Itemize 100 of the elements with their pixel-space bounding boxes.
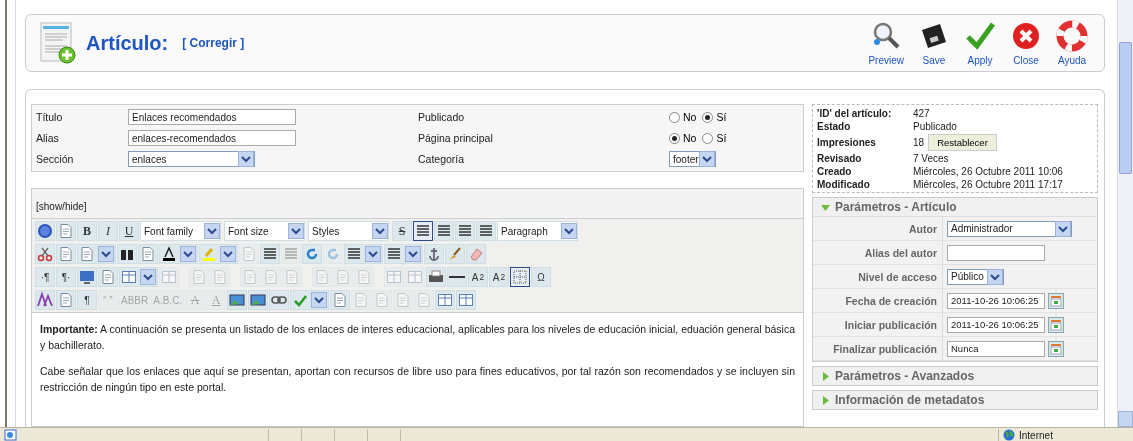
show-hide-link[interactable]: [show/hide] bbox=[36, 201, 87, 212]
checkmark-icon bbox=[964, 20, 996, 52]
field-label: Autor bbox=[813, 217, 943, 241]
toolbar-button[interactable]: U bbox=[119, 221, 139, 241]
caret-icon bbox=[238, 151, 254, 167]
close-icon bbox=[1010, 20, 1042, 52]
caret-icon bbox=[699, 151, 715, 167]
date-field[interactable]: 2011-10-26 10:06:25 bbox=[947, 316, 1045, 333]
triangle-right-icon bbox=[821, 395, 830, 405]
radio-button[interactable] bbox=[702, 132, 714, 144]
toolbar-split-button[interactable] bbox=[77, 244, 116, 264]
caret-icon bbox=[98, 246, 114, 262]
date-field[interactable]: Nunca bbox=[947, 340, 1045, 357]
field-label: Fecha de creación bbox=[813, 289, 943, 313]
toolbar-button[interactable]: Close bbox=[1008, 20, 1044, 66]
info-label: Creado bbox=[817, 166, 853, 177]
article-add-icon bbox=[40, 22, 76, 64]
caret-icon bbox=[561, 223, 577, 239]
info-value: Publicado bbox=[913, 121, 957, 132]
toolbar-dropdown[interactable]: Paragraph bbox=[497, 221, 578, 241]
triangle-right-icon bbox=[821, 371, 830, 381]
calendar-icon[interactable] bbox=[1048, 316, 1064, 333]
field-label: Nivel de acceso bbox=[813, 265, 943, 289]
horizontal-rule-icon bbox=[449, 276, 465, 278]
document-icon bbox=[374, 292, 391, 308]
field-label: Alias del autor bbox=[813, 241, 943, 265]
caret-icon bbox=[1055, 220, 1071, 237]
info-label: Estado bbox=[817, 121, 852, 132]
toolbar-dropdown[interactable]: Font size bbox=[224, 221, 305, 241]
caret-icon bbox=[204, 223, 220, 239]
toolbar-button[interactable]: I bbox=[98, 221, 118, 241]
scrollbar[interactable] bbox=[1117, 0, 1133, 427]
toolbar-split-button[interactable] bbox=[119, 267, 158, 287]
globe-icon bbox=[1003, 429, 1015, 441]
toolbar-button[interactable]: ¶· bbox=[56, 267, 76, 287]
toolbar-button[interactable]: Apply bbox=[962, 20, 998, 66]
toolbar-button[interactable]: Save bbox=[916, 20, 952, 66]
new-document-icon bbox=[58, 223, 74, 239]
field-label: Publicado bbox=[418, 111, 466, 123]
radio-button[interactable] bbox=[669, 132, 680, 144]
radio-option[interactable]: Sí bbox=[702, 132, 727, 144]
radio-option[interactable]: No bbox=[669, 132, 697, 144]
body-paragraph: Cabe señalar que los enlaces que aquí se presentan, aportan con recursos de libre uso para fines educativos, por tal razón son recomendados y se incluyen sin restricción de ningún tipo en este portal. bbox=[40, 364, 795, 395]
document-icon bbox=[416, 292, 433, 308]
caret-icon bbox=[372, 223, 388, 239]
info-value: 7 Veces bbox=[913, 153, 949, 164]
info-value: 18 bbox=[913, 137, 925, 148]
lifebuoy-icon bbox=[1056, 20, 1088, 52]
info-value: Miércoles, 26 Octubre 2011 17:17 bbox=[913, 179, 1063, 190]
grid-icon bbox=[512, 269, 528, 285]
radio-option[interactable]: Sí bbox=[702, 111, 727, 123]
toolbar-button[interactable]: ¶ bbox=[77, 290, 97, 310]
text-field[interactable]: enlaces-recomendados bbox=[128, 130, 296, 146]
caret-icon bbox=[987, 268, 1003, 285]
dropdown[interactable]: Administrador bbox=[947, 220, 1072, 237]
radio-button[interactable] bbox=[669, 111, 680, 123]
text-field[interactable] bbox=[947, 244, 1045, 261]
field-label: Página principal bbox=[418, 132, 494, 144]
info-value: Miércoles, 26 Octubre 2011 10:06 bbox=[913, 166, 1063, 177]
toolbar-dropdown[interactable]: Font family bbox=[140, 221, 221, 241]
date-field[interactable]: 2011-10-26 10:06:25 bbox=[947, 292, 1045, 309]
justify-icon bbox=[415, 223, 431, 239]
toolbar-split-button[interactable] bbox=[159, 244, 198, 264]
caret-icon bbox=[405, 246, 421, 262]
toolbar-button[interactable]: B bbox=[77, 221, 97, 241]
text-color-icon bbox=[161, 246, 177, 262]
field-label: Finalizar publicación bbox=[813, 337, 943, 361]
scissors-icon bbox=[37, 246, 53, 262]
dropdown[interactable]: Público bbox=[947, 268, 1004, 285]
field-label: Título bbox=[36, 111, 64, 123]
highlighter-icon bbox=[201, 246, 217, 262]
info-label: 'ID' del artículo: bbox=[817, 108, 893, 119]
toolbar-button[interactable]: ·¶ bbox=[35, 267, 55, 287]
dropdown[interactable]: footer bbox=[669, 151, 716, 167]
toolbar-dropdown[interactable]: Styles bbox=[308, 221, 389, 241]
field-label: Sección bbox=[36, 153, 75, 165]
eraser-icon bbox=[468, 246, 484, 262]
toolbar-button[interactable]: S bbox=[392, 221, 412, 241]
info-label: Impresiones bbox=[817, 137, 877, 148]
reset-button[interactable]: Restablecer bbox=[928, 134, 997, 151]
toolbar-button[interactable]: Preview bbox=[866, 20, 906, 66]
printer-icon bbox=[428, 269, 444, 285]
dropdown[interactable]: enlaces bbox=[128, 151, 255, 167]
toolbar-button[interactable]: Ω bbox=[531, 267, 551, 287]
table-icon bbox=[121, 269, 137, 285]
toolbar-button[interactable]: Ayuda bbox=[1054, 20, 1090, 66]
radio-option[interactable]: No bbox=[669, 111, 697, 123]
redo-icon bbox=[325, 246, 341, 262]
monitor-icon bbox=[79, 269, 95, 285]
text-field[interactable]: Enlaces recomendados bbox=[128, 109, 296, 125]
body-paragraph: Importante: A continuación se presenta un listado de los enlaces de interes educacional, aplicables para los niveles de educación inicial, eduación general básica y bachillerato. bbox=[40, 322, 795, 353]
calendar-icon[interactable] bbox=[1048, 292, 1064, 309]
toolbar-button[interactable] bbox=[510, 267, 530, 287]
field-label: Iniciar publicación bbox=[813, 313, 943, 337]
toolbar-button[interactable] bbox=[413, 221, 433, 241]
calendar-icon[interactable] bbox=[1048, 340, 1064, 357]
undo-icon bbox=[304, 246, 320, 262]
image-icon bbox=[250, 292, 267, 308]
caret-icon bbox=[311, 292, 328, 308]
radio-button[interactable] bbox=[702, 111, 714, 123]
